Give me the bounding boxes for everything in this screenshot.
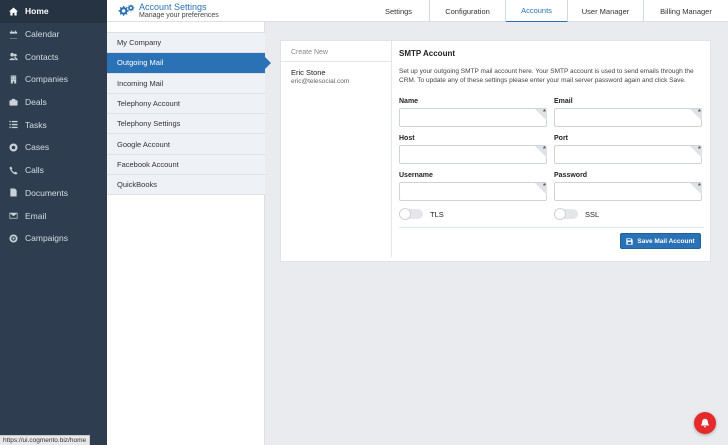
host-label: Host [399,135,415,142]
sidebar-item-label: Deals [25,97,47,108]
menu-item-telephony-account[interactable]: Telephony Account [107,93,265,115]
gears-icon [117,4,135,20]
sidebar-item-contacts[interactable]: Contacts [0,45,107,68]
accounts-column: Create New Eric Stone eric@telesocial.co… [281,41,392,257]
required-indicator: * [690,145,702,158]
outgoing-mail-card: Create New Eric Stone eric@telesocial.co… [280,40,711,262]
sidebar: Home Calendar Contacts Companies Deals T… [0,0,107,445]
smtp-form: SMTP Account Set up your outgoing SMTP m… [399,41,704,257]
password-field[interactable] [554,182,702,201]
page-title-block: Account Settings Manage your preferences [117,3,219,20]
sidebar-item-label: Companies [25,74,68,85]
required-indicator: * [535,145,547,158]
account-list-item[interactable]: Eric Stone eric@telesocial.com [291,68,349,85]
password-label: Password [554,172,588,179]
sidebar-item-campaigns[interactable]: Campaigns [0,227,107,250]
tab-settings[interactable]: Settings [368,0,430,22]
settings-menu-list: My Company Outgoing Mail Incoming Mail T… [107,32,271,196]
contacts-icon [8,52,18,62]
required-indicator: * [690,108,702,121]
save-mail-account-button[interactable]: Save Mail Account [620,233,701,249]
sidebar-item-cases[interactable]: Cases [0,136,107,159]
form-description: Set up your outgoing SMTP mail account h… [399,68,694,84]
cases-icon [8,142,18,152]
username-field[interactable] [399,182,547,201]
sidebar-item-label: Calendar [25,29,60,40]
sidebar-item-label: Cases [25,142,50,153]
sidebar-item-calls[interactable]: Calls [0,159,107,182]
menu-item-quickbooks[interactable]: QuickBooks [107,175,265,196]
tls-toggle[interactable] [399,208,423,220]
sidebar-item-label: Campaigns [25,233,68,244]
name-field[interactable] [399,108,547,127]
status-bar-url: https://ui.cogmento.biz/home [0,435,91,445]
divider [399,227,704,228]
menu-item-my-company[interactable]: My Company [107,33,265,54]
required-indicator: * [535,182,547,195]
document-icon [8,188,18,198]
ssl-label: SSL [585,210,600,219]
home-icon [8,6,18,16]
email-label: Email [554,98,573,105]
host-field[interactable] [399,145,547,164]
menu-item-facebook-account[interactable]: Facebook Account [107,154,265,176]
campaigns-icon [8,233,18,243]
tab-billing-manager[interactable]: Billing Manager [644,0,728,22]
sidebar-item-email[interactable]: Email [0,204,107,227]
sidebar-item-tasks[interactable]: Tasks [0,113,107,136]
page-subtitle: Manage your preferences [139,11,219,19]
menu-item-incoming-mail[interactable]: Incoming Mail [107,73,265,94]
floppy-disk-icon [626,237,634,245]
required-indicator: * [535,108,547,121]
menu-item-google-account[interactable]: Google Account [107,134,265,155]
menu-item-outgoing-mail[interactable]: Outgoing Mail [107,53,271,74]
form-title: SMTP Account [399,49,456,58]
settings-menu: My Company Outgoing Mail Incoming Mail T… [107,22,271,445]
calendar-icon [8,29,18,39]
sidebar-item-label: Home [25,6,49,17]
deals-icon [8,97,18,107]
page-title: Account Settings [139,2,207,12]
port-label: Port [554,135,568,142]
envelope-icon [8,211,18,221]
sidebar-item-calendar[interactable]: Calendar [0,23,107,46]
sidebar-item-label: Tasks [25,119,47,130]
sidebar-item-label: Email [25,210,47,221]
phone-icon [8,165,18,175]
sidebar-item-label: Calls [25,165,44,176]
create-new-link[interactable]: Create New [291,49,328,56]
save-button-label: Save Mail Account [637,237,695,245]
name-label: Name [399,98,419,105]
tab-user-manager[interactable]: User Manager [568,0,644,22]
tls-label: TLS [430,210,444,219]
sidebar-item-documents[interactable]: Documents [0,182,107,205]
tasks-icon [8,120,18,130]
sidebar-item-label: Contacts [25,51,59,62]
ssl-toggle[interactable] [554,208,578,220]
tab-configuration[interactable]: Configuration [430,0,506,22]
companies-icon [8,74,18,84]
account-email: eric@telesocial.com [291,78,350,85]
port-field[interactable] [554,145,702,164]
menu-item-telephony-settings[interactable]: Telephony Settings [107,114,265,135]
email-field[interactable] [554,108,702,127]
required-indicator: * [690,182,702,195]
page-header: Account Settings Manage your preferences… [107,0,728,22]
sidebar-item-label: Documents [25,187,68,198]
toggle-knob [554,208,566,220]
bell-icon [701,418,709,428]
divider [281,61,391,62]
username-label: Username [399,172,433,179]
account-name: Eric Stone [291,68,326,77]
tab-accounts[interactable]: Accounts [506,0,568,22]
sidebar-item-deals[interactable]: Deals [0,91,107,114]
notification-button[interactable] [694,412,716,434]
sidebar-item-companies[interactable]: Companies [0,68,107,91]
top-tabs: Settings Configuration Accounts User Man… [368,0,728,22]
sidebar-item-home[interactable]: Home [0,0,107,23]
toggle-knob [399,208,411,220]
